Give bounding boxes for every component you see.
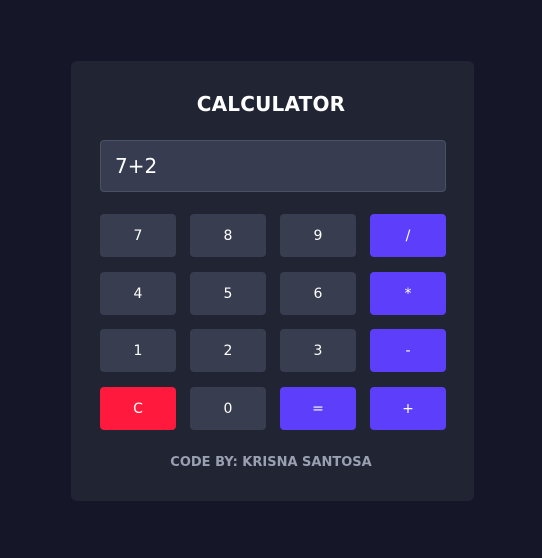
button-9[interactable]: 9 xyxy=(280,214,356,257)
button-8[interactable]: 8 xyxy=(190,214,266,257)
button-0[interactable]: 0 xyxy=(190,387,266,430)
button-7[interactable]: 7 xyxy=(100,214,176,257)
divide-button[interactable]: / xyxy=(370,214,446,257)
calculator-display[interactable]: 7+2 xyxy=(100,140,446,192)
button-5[interactable]: 5 xyxy=(190,272,266,315)
button-2[interactable]: 2 xyxy=(190,329,266,372)
clear-button[interactable]: C xyxy=(100,387,176,430)
calculator-title: CALCULATOR xyxy=(196,92,346,116)
button-3[interactable]: 3 xyxy=(280,329,356,372)
add-button[interactable]: + xyxy=(370,387,446,430)
subtract-button[interactable]: - xyxy=(370,329,446,372)
footer-credit: CODE BY: KRISNA SANTOSA xyxy=(170,455,372,470)
equals-button[interactable]: = xyxy=(280,387,356,430)
button-4[interactable]: 4 xyxy=(100,272,176,315)
multiply-button[interactable]: * xyxy=(370,272,446,315)
button-1[interactable]: 1 xyxy=(100,329,176,372)
button-6[interactable]: 6 xyxy=(280,272,356,315)
